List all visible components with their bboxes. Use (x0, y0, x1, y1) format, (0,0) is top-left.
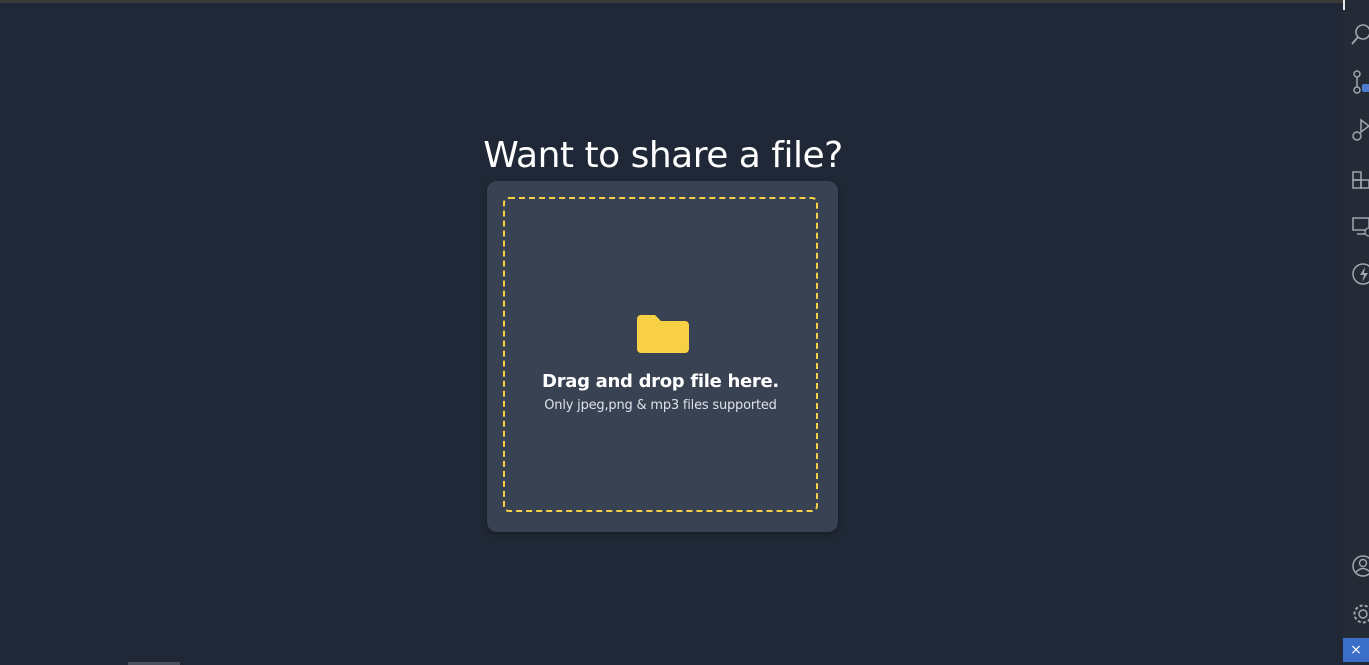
dropzone-subtext: Only jpeg,png & mp3 files supported (505, 398, 816, 414)
page-title: Want to share a file? (0, 134, 1326, 178)
remote-explorer-icon[interactable] (1351, 214, 1369, 240)
upload-card: Drag and drop file here. Only jpeg,png &… (487, 181, 838, 532)
account-icon[interactable] (1351, 554, 1369, 580)
source-control-icon[interactable] (1351, 70, 1369, 96)
run-debug-icon[interactable] (1351, 118, 1369, 144)
folder-icon (637, 313, 689, 353)
remote-indicator[interactable]: ⨯ (1343, 638, 1369, 662)
search-icon[interactable] (1351, 22, 1369, 48)
app-page: Want to share a file? Drag and drop file… (0, 3, 1343, 662)
dropzone-heading: Drag and drop file here. (505, 371, 816, 393)
thunder-icon[interactable] (1351, 262, 1369, 288)
manage-gear-icon[interactable] (1351, 602, 1369, 628)
file-dropzone[interactable]: Drag and drop file here. Only jpeg,png &… (503, 197, 818, 512)
activity-bar-edge (1343, 0, 1345, 10)
activity-bar: ⨯ (1343, 0, 1369, 662)
extensions-icon[interactable] (1351, 168, 1369, 194)
